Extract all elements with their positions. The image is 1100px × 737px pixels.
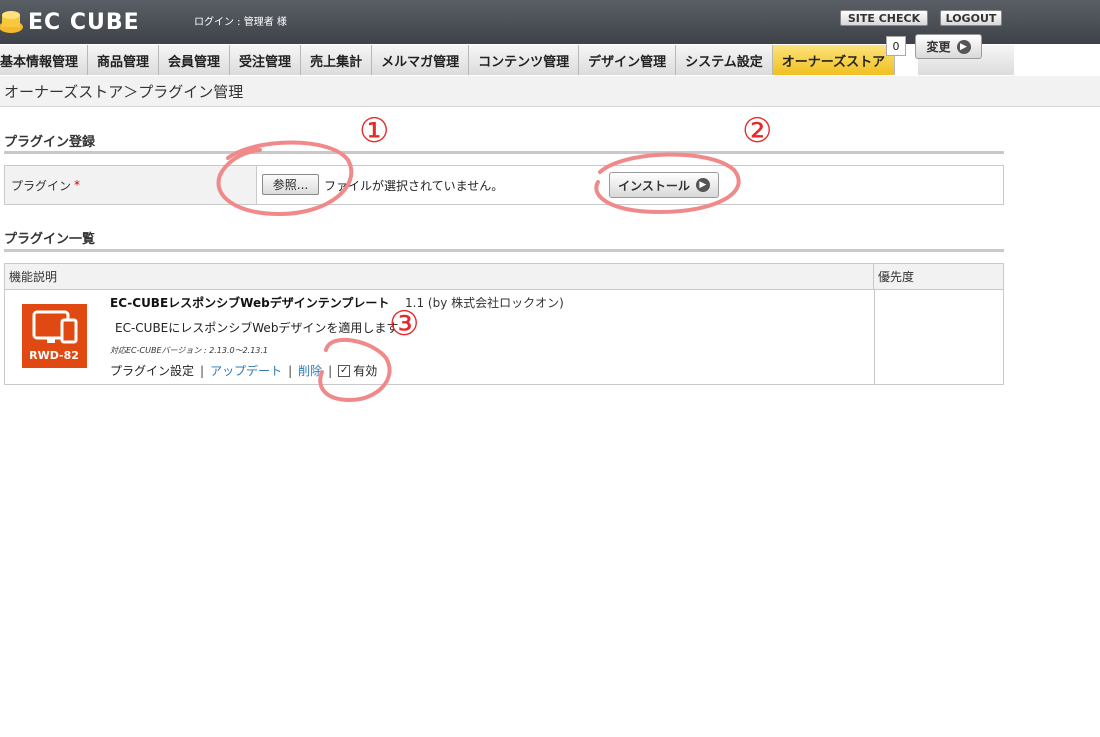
nav-item-products[interactable]: 商品管理 (88, 45, 160, 75)
plugin-list-table: 機能説明 優先度 RWD-82 EC-CUBEレスポンシブWebデザインテンプレ… (4, 263, 1004, 385)
enabled-checkbox[interactable]: ✓ (338, 364, 351, 377)
cube-logo-icon (0, 11, 23, 33)
plugin-register-row: プラグイン * (4, 165, 1004, 205)
plugin-label-text: プラグイン (11, 178, 72, 193)
plugin-actions: プラグイン設定 | アップデート | 削除 | ✓ 有効 (110, 362, 377, 379)
annotation-number-2: ② (742, 111, 773, 151)
arrow-right-icon: ▶ (695, 178, 710, 192)
plugin-update-link[interactable]: アップデート (210, 362, 282, 379)
change-label: 変更 (926, 40, 951, 54)
section-title-register: プラグイン登録 (4, 135, 96, 150)
plugin-compatibility: 対応EC-CUBEバージョン : 2.13.0〜2.13.1 (110, 346, 269, 355)
annotation-number-1: ① (359, 111, 390, 151)
nav-item-customers[interactable]: 会員管理 (159, 45, 231, 75)
thumbnail-label: RWD-82 (29, 349, 79, 362)
nav-item-sales[interactable]: 売上集計 (301, 45, 373, 75)
site-check-button[interactable]: SITE CHECK (840, 10, 928, 26)
annotation-number-3: ③ (389, 304, 420, 344)
browse-file-button[interactable]: 参照... (262, 174, 319, 195)
separator: | (288, 363, 293, 378)
logo: EC CUBE (0, 8, 140, 36)
section-divider (4, 151, 1004, 154)
nav-item-system[interactable]: システム設定 (676, 45, 773, 75)
priority-input[interactable]: 0 (886, 36, 906, 56)
nav-item-basic-info[interactable]: 基本情報管理 (0, 45, 89, 75)
column-divider (874, 290, 875, 384)
change-priority-button[interactable]: 変更 ▶ (915, 34, 982, 59)
nav-item-owners-store[interactable]: オーナーズストア (772, 45, 896, 75)
nav-item-orders[interactable]: 受注管理 (230, 45, 302, 75)
nav-item-contents[interactable]: コンテンツ管理 (469, 45, 580, 75)
nav-item-design[interactable]: デザイン管理 (579, 45, 677, 75)
column-header-description: 機能説明 (5, 264, 874, 289)
column-header-priority: 優先度 (878, 270, 915, 284)
plugin-name: EC-CUBEレスポンシブWebデザインテンプレート (110, 296, 390, 310)
separator: | (328, 363, 333, 378)
install-label: インストール (618, 178, 690, 193)
install-button[interactable]: インストール ▶ (609, 172, 719, 198)
logo-text: EC CUBE (28, 9, 140, 35)
plugin-description: EC-CUBEにレスポンシブWebデザインを適用します (115, 321, 399, 335)
file-status-text: ファイルが選択されていません。 (324, 179, 504, 193)
plugin-delete-link[interactable]: 削除 (298, 362, 322, 379)
nav-item-mailmagazine[interactable]: メルマガ管理 (372, 45, 470, 75)
table-header: 機能説明 優先度 (5, 264, 1003, 290)
separator: | (200, 363, 205, 378)
login-user-label: ログイン : 管理者 様 (194, 17, 287, 28)
section-title-list: プラグイン一覧 (4, 232, 96, 247)
phone-icon (60, 318, 78, 344)
enabled-label: 有効 (353, 364, 378, 378)
breadcrumb: オーナーズストア＞プラグイン管理 (0, 76, 1100, 107)
arrow-right-icon: ▶ (956, 39, 971, 54)
main-nav: 基本情報管理 商品管理 会員管理 受注管理 売上集計 メルマガ管理 コンテンツ管… (0, 45, 896, 75)
section-divider (4, 249, 1004, 252)
plugin-thumbnail: RWD-82 (22, 304, 87, 368)
required-mark: * (74, 178, 81, 192)
table-row: RWD-82 EC-CUBEレスポンシブWebデザインテンプレート 1.1 (b… (5, 290, 1003, 384)
plugin-version: 1.1 (by 株式会社ロックオン) (405, 296, 564, 310)
plugin-settings-link[interactable]: プラグイン設定 (110, 362, 194, 379)
plugin-field-label: プラグイン * (5, 166, 257, 204)
logout-button[interactable]: LOGOUT (940, 10, 1002, 26)
